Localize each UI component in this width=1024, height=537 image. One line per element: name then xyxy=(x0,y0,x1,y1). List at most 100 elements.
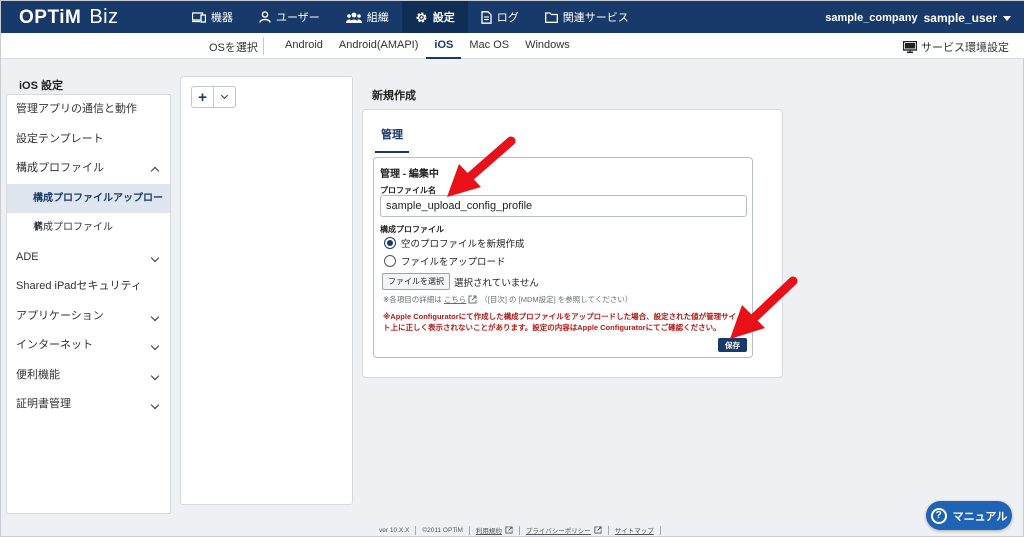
file-status: 選択されていません xyxy=(454,277,539,289)
sidebar-item-shared-ipad-security[interactable]: Shared iPadセキュリティ xyxy=(7,272,170,302)
sidebar-item-label: 管理アプリの通信と動作 xyxy=(16,103,137,115)
note-text: ※各項目の詳細は xyxy=(383,295,442,304)
sidebar-item-config-profile-upload[interactable]: 構成プロファイルアップロード xyxy=(7,183,170,233)
sidebar-item-convenience[interactable]: 便利機能 xyxy=(7,361,170,391)
version-text: ver 10.X.X xyxy=(379,526,410,534)
sidebar-item-certificate-management[interactable]: 証明書管理 xyxy=(7,390,170,420)
optim-biz-logo[interactable]: OPTiM Biz xyxy=(19,6,119,29)
privacy-policy-link[interactable]: プライバシーポリシー xyxy=(526,525,591,535)
sitemap-link[interactable]: サイトマップ xyxy=(615,525,654,535)
tab-management[interactable]: 管理 xyxy=(375,126,409,153)
sidebar-item-label: ADE xyxy=(16,250,39,263)
sidebar-item-config-profile-group[interactable]: 構成プロファイル xyxy=(7,154,170,184)
nav-label: 機器 xyxy=(211,12,233,24)
radio-upload-file[interactable]: ファイルをアップロード xyxy=(384,254,506,268)
nav-item-related-services[interactable]: 関連サービス xyxy=(532,1,642,33)
sidebar-item-label: 証明書管理 xyxy=(16,398,71,410)
device-icon xyxy=(192,11,206,23)
gear-icon xyxy=(416,12,427,22)
tab-ios[interactable]: iOS xyxy=(426,33,462,59)
footer: ver 10.X.X ©2011 OPTiM 利用規約 プライバシーポリシー サ… xyxy=(379,525,667,535)
sidebar-item-app-communication[interactable]: 管理アプリの通信と動作 xyxy=(7,95,170,125)
divider xyxy=(468,525,470,535)
divider xyxy=(263,37,264,55)
config-profile-label: 構成プロファイル xyxy=(380,225,444,234)
radio-label: ファイルをアップロード xyxy=(401,257,506,268)
nav-item-settings[interactable]: 設定 xyxy=(401,1,468,33)
radio-new-profile[interactable]: 空のプロファイルを新規作成 xyxy=(384,236,525,250)
help-note: ※各項目の詳細は こちら （[目次] の [MDM設定] を参照してください） xyxy=(383,294,632,305)
profile-list-panel: + xyxy=(180,76,353,505)
tab-windows[interactable]: Windows xyxy=(517,33,578,59)
radio-button xyxy=(384,255,396,267)
group-icon xyxy=(345,12,362,23)
sidebar-item-internet[interactable]: インターネット xyxy=(7,331,170,361)
user-icon xyxy=(259,11,271,23)
nav-item-log[interactable]: ログ xyxy=(468,1,532,33)
logo-subtext: Biz xyxy=(89,6,119,28)
manual-label: マニュアル xyxy=(952,510,1008,523)
help-link[interactable]: こちら xyxy=(444,294,467,305)
plus-icon: + xyxy=(198,88,207,106)
external-link-icon xyxy=(468,295,477,304)
service-env-label: サービス環境設定 xyxy=(921,42,1009,54)
edit-card: 管理 管理 - 編集中 プロファイル名 構成プロファイル 空のプロファイルを新規… xyxy=(362,109,783,378)
nav-item-devices[interactable]: 機器 xyxy=(179,1,246,33)
add-button-group: + xyxy=(191,86,236,108)
user-name: sample_user xyxy=(923,11,997,25)
divider xyxy=(518,525,520,535)
manual-button[interactable]: ? マニュアル xyxy=(926,501,1012,530)
sidebar-item-settings-template[interactable]: 設定テンプレート xyxy=(7,125,170,155)
service-env-settings-link[interactable]: サービス環境設定 xyxy=(903,39,1009,55)
sidebar-item-label: アプリケーション xyxy=(16,309,104,322)
log-icon xyxy=(481,10,492,24)
settings-sidebar: 管理アプリの通信と動作 設定テンプレート 構成プロファイル 構成プロファイルアッ… xyxy=(6,94,171,514)
nav-label: 設定 xyxy=(432,12,455,24)
nav-item-users[interactable]: ユーザー xyxy=(246,1,333,33)
monitor-icon xyxy=(903,41,917,53)
edit-form: 管理 - 編集中 プロファイル名 構成プロファイル 空のプロファイルを新規作成 … xyxy=(373,157,753,358)
sidebar-item-ade[interactable]: ADE xyxy=(7,243,170,273)
nav-label: ログ xyxy=(496,12,519,24)
sidebar-item-label: 設定テンプレート xyxy=(16,132,104,145)
page-title: 新規作成 xyxy=(372,90,416,102)
main-nav: 機器 ユーザー 組織 設定 ログ 関連サービス xyxy=(179,1,642,33)
chevron-down-icon xyxy=(220,91,229,100)
profile-name-input[interactable] xyxy=(380,195,747,217)
sidebar-item-config-profile[interactable]: 構成プロファイル xyxy=(7,213,170,243)
radio-label: 空のプロファイルを新規作成 xyxy=(401,239,525,250)
tab-macos[interactable]: Mac OS xyxy=(461,33,517,59)
choose-file-button[interactable]: ファイルを選択 xyxy=(382,273,450,290)
external-link-icon xyxy=(594,526,602,534)
nav-label: 組織 xyxy=(366,12,389,24)
chevron-down-icon xyxy=(150,371,160,380)
note-text: （[目次] の [MDM設定] を参照してください） xyxy=(480,295,633,304)
divider xyxy=(659,525,661,535)
save-button[interactable]: 保存 xyxy=(718,338,747,352)
sidebar-item-label: 構成プロファイル xyxy=(16,162,104,174)
nav-label: 関連サービス xyxy=(562,12,629,24)
sidebar-item-applications[interactable]: アプリケーション xyxy=(7,302,170,332)
sidebar-item-label: 構成プロファイル xyxy=(33,222,113,233)
copyright-text: ©2011 OPTiM xyxy=(422,526,463,534)
sidebar-title: iOS 設定 xyxy=(19,80,64,92)
add-dropdown-button[interactable] xyxy=(214,87,235,107)
divider xyxy=(415,525,417,535)
tab-android[interactable]: Android xyxy=(277,33,331,59)
caret-down-icon xyxy=(1003,15,1011,21)
nav-item-organization[interactable]: 組織 xyxy=(333,1,402,33)
chevron-down-icon xyxy=(150,341,160,351)
account-menu[interactable]: sample_company sample_user xyxy=(825,11,1011,25)
external-link-icon xyxy=(505,526,513,534)
divider xyxy=(607,525,609,535)
add-button[interactable]: + xyxy=(192,87,214,107)
edit-form-title: 管理 - 編集中 xyxy=(380,169,439,180)
top-navigation-bar: OPTiM Biz 機器 ユーザー 組織 設定 ログ 関連サービス sample_… xyxy=(1,1,1024,33)
chevron-up-icon xyxy=(150,166,160,176)
sidebar-item-label: Shared iPadセキュリティ xyxy=(16,280,142,292)
chevron-down-icon xyxy=(150,400,160,410)
terms-link[interactable]: 利用規約 xyxy=(476,525,502,535)
tab-android-amapi[interactable]: Android(AMAPI) xyxy=(331,33,426,59)
os-tabs: Android Android(AMAPI) iOS Mac OS Window… xyxy=(277,33,578,59)
warning-message: ※Apple Configuratorにて作成した構成プロファイルをアップロード… xyxy=(383,312,737,332)
